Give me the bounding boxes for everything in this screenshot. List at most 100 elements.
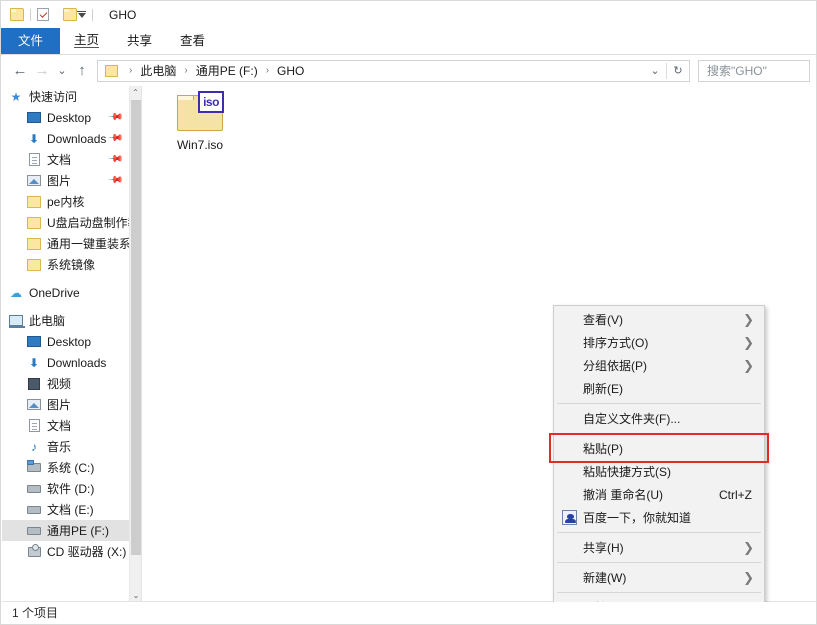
sidebar-item-cd-drive-x[interactable]: CD 驱动器 (X:) — [2, 541, 129, 562]
navigation-pane: ★ 快速访问 Desktop 📌 ⬇ Downloads 📌 文档 📌 图片 📌… — [2, 86, 142, 602]
pictures-icon — [26, 397, 42, 413]
chevron-right-icon: ❯ — [743, 311, 754, 327]
forward-button[interactable]: → — [31, 60, 53, 82]
menu-item-view[interactable]: 查看(V) ❯ — [554, 308, 764, 331]
back-button[interactable]: ← — [9, 60, 31, 82]
menu-item-refresh[interactable]: 刷新(E) — [554, 377, 764, 400]
new-folder-icon[interactable] — [63, 8, 77, 21]
sidebar-item-this-pc[interactable]: 此电脑 — [2, 310, 129, 331]
chevron-right-icon: ❯ — [743, 334, 754, 350]
status-bar: 1 个项目 — [2, 601, 816, 623]
documents-icon — [26, 152, 42, 168]
search-input[interactable]: 搜索"GHO" — [698, 59, 810, 82]
menu-item-sort-by[interactable]: 排序方式(O) ❯ — [554, 331, 764, 354]
sidebar-item-videos[interactable]: 视频 — [2, 373, 129, 394]
this-pc-icon — [8, 313, 25, 329]
sidebar-item-downloads-pc[interactable]: ⬇ Downloads — [2, 352, 129, 373]
navigation-scrollbar[interactable]: ⌃ ⌄ — [129, 86, 141, 602]
breadcrumb-separator-1: › — [184, 65, 188, 76]
sidebar-item-pictures-pc[interactable]: 图片 — [2, 394, 129, 415]
menu-item-new[interactable]: 新建(W) ❯ — [554, 566, 764, 589]
pin-icon[interactable]: 📌 — [106, 151, 123, 168]
menu-item-group-by[interactable]: 分组依据(P) ❯ — [554, 354, 764, 377]
chevron-down-icon[interactable]: ⌄ — [644, 61, 666, 81]
folder-icon[interactable] — [10, 8, 24, 21]
properties-icon[interactable] — [37, 8, 49, 21]
refresh-icon[interactable]: ↻ — [667, 61, 689, 81]
sidebar-item-drive-c[interactable]: 系统 (C:) — [2, 457, 129, 478]
sidebar-item-documents-pc[interactable]: 文档 — [2, 415, 129, 436]
chevron-right-icon: ❯ — [743, 569, 754, 585]
toolbar-divider-2 — [92, 8, 93, 21]
context-menu[interactable]: 查看(V) ❯ 排序方式(O) ❯ 分组依据(P) ❯ 刷新(E) 自定义文件夹… — [549, 305, 769, 602]
item-count-label: 1 个项目 — [12, 606, 59, 620]
sidebar-item-drive-f[interactable]: 通用PE (F:) — [2, 520, 129, 541]
sidebar-item-usb-boot-tutorial[interactable]: U盘启动盘制作教程 — [2, 212, 129, 233]
desktop-icon — [26, 334, 42, 350]
tab-view[interactable]: 查看 — [166, 28, 219, 54]
menu-separator — [557, 403, 761, 404]
sidebar-item-one-key-reinstall[interactable]: 通用一键重装系统 — [2, 233, 129, 254]
menu-separator — [557, 562, 761, 563]
drive-icon — [26, 502, 42, 518]
cd-drive-icon — [26, 543, 42, 560]
sidebar-item-drive-e[interactable]: 文档 (E:) — [2, 499, 129, 520]
menu-item-customize-folder[interactable]: 自定义文件夹(F)... — [554, 407, 764, 430]
folder-icon — [26, 236, 42, 252]
breadcrumb-folder-icon — [105, 64, 118, 77]
tab-file[interactable]: 文件 — [1, 28, 61, 54]
menu-item-share[interactable]: 共享(H) ❯ — [554, 536, 764, 559]
sidebar-item-pe-kernel[interactable]: pe内核 — [2, 191, 129, 212]
chevron-right-icon: ❯ — [743, 539, 754, 555]
file-name-label: Win7.iso — [176, 138, 223, 152]
sidebar-item-desktop-qa[interactable]: Desktop 📌 — [2, 107, 129, 128]
file-item-win7-iso[interactable]: iso Win7.iso — [162, 91, 238, 152]
sidebar-item-music[interactable]: ♪ 音乐 — [2, 436, 129, 457]
pin-icon[interactable]: 📌 — [106, 109, 123, 126]
iso-badge-label: iso — [198, 91, 224, 113]
sidebar-item-system-image[interactable]: 系统镜像 — [2, 254, 129, 275]
breadcrumb-item-gho[interactable]: GHO — [275, 64, 306, 78]
pictures-icon — [26, 173, 42, 189]
window-title: GHO — [109, 7, 137, 22]
ribbon-tab-bar: 文件 主页 共享 查看 — [1, 28, 816, 55]
scroll-up-icon[interactable]: ⌃ — [130, 86, 141, 99]
cloud-icon: ☁ — [10, 285, 22, 300]
iso-file-icon: iso — [175, 91, 225, 133]
up-button[interactable]: ↑ — [71, 60, 93, 82]
scrollbar-thumb[interactable] — [131, 100, 141, 555]
star-icon: ★ — [10, 89, 22, 104]
sidebar-item-quick-access[interactable]: ★ 快速访问 — [2, 86, 129, 107]
recent-locations-button[interactable]: ⌄ — [53, 60, 71, 82]
menu-item-paste-shortcut[interactable]: 粘贴快捷方式(S) — [554, 460, 764, 483]
tab-home[interactable]: 主页 — [60, 28, 113, 54]
menu-separator — [557, 433, 761, 434]
sidebar-item-onedrive[interactable]: ☁ OneDrive — [2, 282, 129, 303]
sidebar-item-pictures-qa[interactable]: 图片 📌 — [2, 170, 129, 191]
pin-icon[interactable]: 📌 — [106, 172, 123, 189]
menu-separator — [557, 592, 761, 593]
file-list-pane[interactable]: iso Win7.iso 查看(V) ❯ 排序方式(O) ❯ 分组依据(P) ❯… — [142, 86, 816, 602]
tab-share[interactable]: 共享 — [113, 28, 166, 54]
breadcrumb-separator-0: › — [129, 65, 133, 76]
downloads-icon: ⬇ — [28, 131, 40, 146]
customize-caret-icon[interactable] — [77, 10, 86, 19]
menu-item-baidu-search[interactable]: 百度一下，你就知道 — [554, 506, 764, 529]
sidebar-item-documents-qa[interactable]: 文档 📌 — [2, 149, 129, 170]
menu-item-paste[interactable]: 粘贴(P) — [554, 437, 764, 460]
drive-icon — [26, 481, 42, 497]
sidebar-item-drive-d[interactable]: 软件 (D:) — [2, 478, 129, 499]
music-icon: ♪ — [31, 439, 37, 454]
pin-icon[interactable]: 📌 — [106, 130, 123, 147]
breadcrumb-item-this-pc[interactable]: 此电脑 — [138, 62, 178, 79]
sidebar-item-desktop-pc[interactable]: Desktop — [2, 331, 129, 352]
sidebar-item-downloads-qa[interactable]: ⬇ Downloads 📌 — [2, 128, 129, 149]
menu-item-properties[interactable]: 属性(R) — [554, 596, 764, 602]
address-bar[interactable]: › 此电脑 › 通用PE (F:) › GHO ⌄ ↻ — [97, 59, 690, 82]
folder-icon — [26, 257, 42, 273]
menu-item-undo-rename[interactable]: 撤消 重命名(U) Ctrl+Z — [554, 483, 764, 506]
system-drive-icon — [26, 460, 42, 476]
breadcrumb-item-drive[interactable]: 通用PE (F:) — [194, 62, 260, 79]
search-placeholder: 搜索"GHO" — [707, 64, 767, 78]
toolbar-divider — [30, 8, 31, 21]
